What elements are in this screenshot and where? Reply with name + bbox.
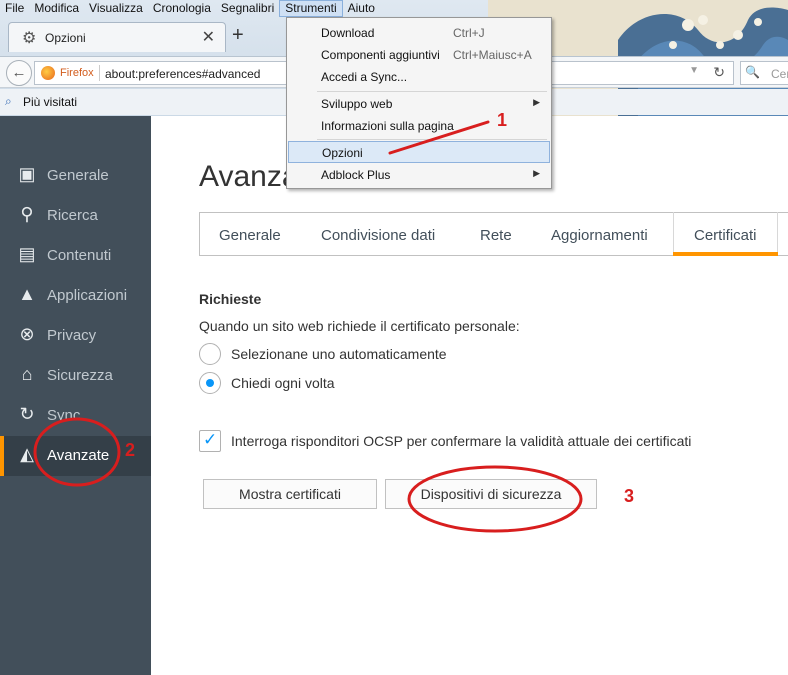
search-icon: ⚲ (20, 204, 34, 224)
firefox-icon (41, 66, 55, 80)
menu-item-page-info[interactable]: Informazioni sulla pagina (288, 115, 550, 137)
tab-generale[interactable]: Generale (219, 227, 281, 244)
menu-bar: File Modifica Visualizza Cronologia Segn… (0, 0, 380, 17)
sidebar-item-label: Avanzate (47, 447, 110, 464)
rocket-icon: ▲ (18, 284, 36, 304)
menu-item-label: Download (321, 26, 375, 40)
show-certificates-button[interactable]: Mostra certificati (203, 479, 377, 509)
menu-item-web-developer[interactable]: Sviluppo web ▶ (288, 93, 550, 115)
sync-icon: ↻ (19, 404, 35, 424)
radio-ask-every-time[interactable] (199, 372, 221, 394)
annotation-step-3: 3 (624, 486, 635, 506)
sidebar-item-label: Contenuti (47, 247, 112, 264)
checkmark-icon: ✓ (203, 430, 218, 449)
general-icon: ▣ (18, 164, 36, 184)
sidebar-item-privacy[interactable]: ⊗ Privacy (0, 316, 151, 356)
ocsp-checkbox[interactable]: ✓ (199, 430, 221, 452)
sidebar-item-label: Generale (47, 167, 109, 184)
tab-rete[interactable]: Rete (480, 227, 512, 244)
most-visited-icon: ⌕ (5, 94, 12, 108)
search-placeholder: Cer (771, 67, 788, 81)
menu-item-adblock-plus[interactable]: Adblock Plus ▶ (288, 164, 550, 186)
annotation-step-1: 1 (497, 110, 508, 130)
menu-item-shortcut: Ctrl+J (453, 26, 485, 40)
mask-icon: ⊗ (19, 324, 35, 344)
tab-aggiornamenti[interactable]: Aggiornamenti (551, 227, 648, 244)
search-bar[interactable]: 🔍 Cer (740, 61, 788, 85)
tab-divider (777, 212, 778, 256)
radio-label-auto[interactable]: Selezionane uno automaticamente (231, 346, 447, 362)
menu-file[interactable]: File (0, 0, 29, 17)
strumenti-menu: Download Ctrl+J Componenti aggiuntivi Ct… (286, 17, 552, 189)
sidebar-item-sync[interactable]: ↻ Sync (0, 396, 151, 436)
lock-icon: ⌂ (21, 364, 33, 384)
sidebar-item-generale[interactable]: ▣ Generale (0, 156, 151, 196)
menu-item-label: Opzioni (322, 146, 363, 160)
menu-separator (317, 91, 547, 92)
reload-icon[interactable]: ↻ (713, 64, 725, 81)
sidebar-item-label: Sicurezza (47, 367, 113, 384)
requests-heading: Richieste (199, 291, 262, 307)
sidebar-item-sicurezza[interactable]: ⌂ Sicurezza (0, 356, 151, 396)
dropdown-arrow-icon[interactable]: ▼ (689, 65, 699, 76)
sidebar-item-ricerca[interactable]: ⚲ Ricerca (0, 196, 151, 236)
tab-opzioni[interactable]: ⚙ Opzioni ✕ (8, 22, 226, 52)
menu-item-label: Informazioni sulla pagina (321, 119, 454, 133)
tab-certificati[interactable]: Certificati (694, 227, 757, 244)
menu-visualizza[interactable]: Visualizza (84, 0, 148, 17)
requests-description: Quando un sito web richiede il certifica… (199, 318, 520, 334)
menu-modifica[interactable]: Modifica (29, 0, 84, 17)
submenu-arrow-icon: ▶ (533, 97, 540, 107)
radio-label-ask[interactable]: Chiedi ogni volta (231, 375, 335, 391)
sidebar-item-applicazioni[interactable]: ▲ Applicazioni (0, 276, 151, 316)
document-icon: ▤ (18, 244, 36, 264)
sidebar-item-label: Sync (47, 407, 81, 424)
menu-item-label: Accedi a Sync... (321, 70, 408, 84)
sidebar-item-label: Applicazioni (47, 287, 128, 304)
sidebar-item-label: Ricerca (47, 207, 98, 224)
url-text[interactable]: about:preferences#advanced (105, 67, 260, 81)
radio-select-automatically[interactable] (199, 343, 221, 365)
menu-item-sync[interactable]: Accedi a Sync... (288, 66, 550, 88)
menu-item-download[interactable]: Download Ctrl+J (288, 22, 550, 44)
new-tab-button[interactable]: + (232, 24, 244, 47)
preferences-sidebar: ▣ Generale ⚲ Ricerca ▤ Contenuti ▲ Appli… (0, 116, 151, 675)
sidebar-item-contenuti[interactable]: ▤ Contenuti (0, 236, 151, 276)
annotation-step-2: 2 (125, 440, 136, 460)
arrow-left-icon: ← (11, 64, 27, 81)
sidebar-item-label: Privacy (47, 327, 97, 344)
gear-icon: ⚙ (22, 30, 37, 47)
menu-aiuto[interactable]: Aiuto (343, 0, 380, 17)
menu-item-label: Adblock Plus (321, 168, 391, 182)
menu-item-addons[interactable]: Componenti aggiuntivi Ctrl+Maiusc+A (288, 44, 550, 66)
back-button[interactable]: ← (6, 60, 32, 86)
menu-item-opzioni[interactable]: Opzioni (288, 141, 550, 163)
bookmark-most-visited[interactable]: Più visitati (23, 95, 77, 109)
menu-strumenti[interactable]: Strumenti (279, 0, 343, 17)
menu-item-shortcut: Ctrl+Maiusc+A (453, 48, 532, 62)
tab-condivisione-dati[interactable]: Condivisione dati (321, 227, 435, 244)
tab-title: Opzioni (45, 31, 86, 45)
menu-separator (317, 139, 547, 140)
submenu-arrow-icon: ▶ (533, 168, 540, 178)
menu-item-label: Componenti aggiuntivi (321, 48, 440, 62)
identity-label: Firefox (60, 67, 94, 79)
close-icon[interactable]: ✕ (202, 27, 215, 47)
menu-segnalibri[interactable]: Segnalibri (216, 0, 279, 17)
preferences-tabs: Generale Condivisione dati Rete Aggiorna… (199, 212, 788, 256)
search-icon: 🔍 (745, 65, 760, 79)
url-separator (99, 65, 100, 81)
security-devices-button[interactable]: Dispositivi di sicurezza (385, 479, 597, 509)
selected-tab-indicator (673, 252, 778, 256)
advanced-icon: ◭ (20, 444, 34, 464)
tab-divider (673, 212, 674, 256)
ocsp-label[interactable]: Interroga risponditori OCSP per conferma… (231, 433, 691, 449)
menu-item-label: Sviluppo web (321, 97, 393, 111)
menu-cronologia[interactable]: Cronologia (148, 0, 216, 17)
